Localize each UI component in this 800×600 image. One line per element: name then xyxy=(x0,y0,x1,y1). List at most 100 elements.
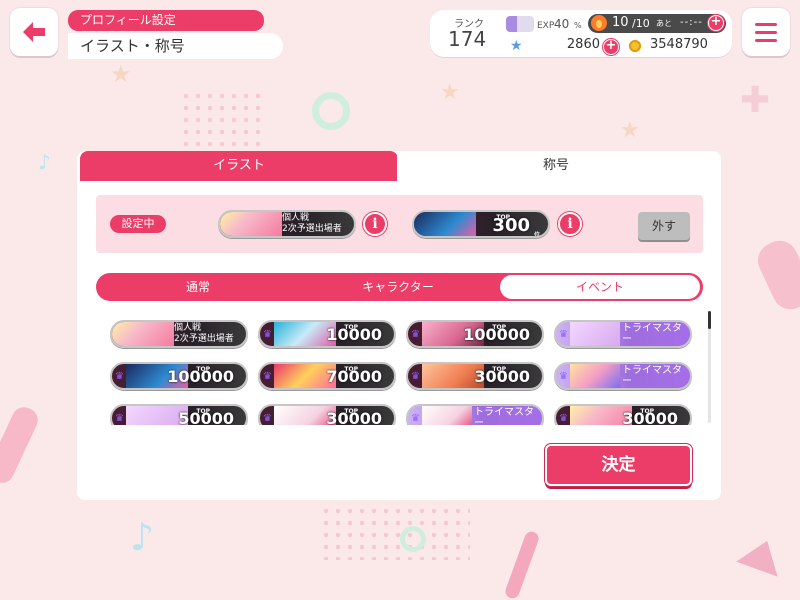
profile-panel: イラスト 称号 設定中 個人戦 2次予選出場者 i ♛ TOP 300 位 i … xyxy=(77,151,721,500)
bg-plus-shape: ✚ xyxy=(740,80,771,121)
crown-icon: ♛ xyxy=(115,371,124,382)
title-badge[interactable]: 個人戦 2次予選出場者 xyxy=(110,320,248,348)
title-artwork xyxy=(112,322,174,346)
stamina-max: /10 xyxy=(632,17,650,30)
rank-number: 30000 xyxy=(326,409,382,425)
bg-note-icon: ♪ xyxy=(38,150,51,174)
back-button[interactable] xyxy=(10,8,58,56)
title-badge[interactable]: ♛ TOP 30000 xyxy=(554,404,692,425)
confirm-button[interactable]: 決定 xyxy=(545,444,692,486)
title-line-1: 個人戦 xyxy=(282,213,310,223)
rank-number: 300 xyxy=(492,215,530,236)
title-line-1: 個人戦 xyxy=(174,323,202,333)
add-stars-button[interactable]: + xyxy=(603,39,619,55)
star-icon: ★ xyxy=(510,38,523,54)
coin-icon xyxy=(629,40,641,52)
crown-icon: ♛ xyxy=(411,371,420,382)
rank-number: 70000 xyxy=(326,367,382,386)
title-badge[interactable]: ♛ トライマスター xyxy=(554,320,692,348)
exp-label: EXP xyxy=(537,21,555,31)
title-badge[interactable]: ♛ TOP 100000 xyxy=(406,320,544,348)
filter-event[interactable]: イベント xyxy=(500,275,700,299)
list-scrollbar[interactable] xyxy=(708,311,711,423)
crown-icon: ♛ xyxy=(411,413,420,424)
tab-title[interactable]: 称号 xyxy=(397,151,715,181)
crown-icon: ♛ xyxy=(559,413,568,424)
rank-number: 30000 xyxy=(622,409,678,425)
bg-dot-pattern xyxy=(320,505,470,560)
stars-value: 2860 xyxy=(566,37,600,52)
bg-note-icon: ♪ xyxy=(130,515,155,559)
stamina-current: 10 xyxy=(612,15,629,30)
bg-ring-shape xyxy=(312,92,350,130)
crown-icon: ♛ xyxy=(115,413,124,424)
flame-icon xyxy=(591,15,607,31)
title-badge[interactable]: ♛ TOP 100000 xyxy=(110,362,248,390)
category-filter: 通常 キャラクター イベント xyxy=(96,273,703,301)
stamina-bar: 10 /10 あと --:-- + xyxy=(588,14,726,33)
rank-number: 30000 xyxy=(474,367,530,386)
tab-illust[interactable]: イラスト xyxy=(80,151,398,181)
bg-stroke-shape xyxy=(503,529,541,600)
section-label: プロフィール設定 xyxy=(68,10,264,31)
menu-button[interactable] xyxy=(742,8,790,56)
stamina-timer: --:-- xyxy=(680,17,703,28)
bg-star-icon: ★ xyxy=(620,118,640,143)
crown-icon: ♛ xyxy=(263,371,272,382)
bg-dot-pattern xyxy=(180,90,260,150)
bg-stroke-shape xyxy=(0,403,42,487)
title-badge[interactable]: ♛ TOP 50000 xyxy=(110,404,248,425)
player-status-panel: ランク 174 EXP 40 % 10 /10 あと --:-- + ★ 286… xyxy=(430,10,732,57)
title-badge[interactable]: ♛ トライマスター xyxy=(406,404,544,425)
current-title-badge-1[interactable]: 個人戦 2次予選出場者 xyxy=(218,210,356,238)
crown-icon: ♛ xyxy=(559,371,568,382)
title-badge[interactable]: ♛ TOP 10000 xyxy=(258,320,396,348)
title-line-2: 2次予選出場者 xyxy=(282,224,342,234)
bg-triangle-shape xyxy=(736,533,788,577)
title-badge[interactable]: ♛ TOP 30000 xyxy=(406,362,544,390)
title-badge[interactable]: ♛ TOP 30000 xyxy=(258,404,396,425)
crown-icon: ♛ xyxy=(559,329,568,340)
arrow-left-icon xyxy=(23,22,45,42)
bg-star-icon: ★ xyxy=(110,60,132,88)
exp-value: 40 xyxy=(554,17,570,31)
remove-button[interactable]: 外す xyxy=(638,212,690,240)
page-title-block: プロフィール設定 イラスト・称号 xyxy=(68,9,283,59)
add-stamina-button[interactable]: + xyxy=(708,15,724,31)
rank-number: 50000 xyxy=(178,409,234,425)
crown-icon: ♛ xyxy=(263,413,272,424)
exp-unit: % xyxy=(574,21,582,30)
title-artwork xyxy=(422,406,472,425)
master-label: トライマスター xyxy=(622,365,682,387)
crown-icon: ♛ xyxy=(263,329,272,340)
page-title: イラスト・称号 xyxy=(68,33,283,59)
master-label: トライマスター xyxy=(474,407,534,425)
bg-stroke-shape xyxy=(752,234,800,316)
rank-suffix: 位 xyxy=(533,232,540,238)
current-setting-box: 設定中 個人戦 2次予選出場者 i ♛ TOP 300 位 i 外す xyxy=(96,195,703,253)
stamina-remaining-label: あと xyxy=(656,19,672,28)
title-badge[interactable]: ♛ トライマスター xyxy=(554,362,692,390)
title-line-2: 2次予選出場者 xyxy=(174,334,234,344)
bg-star-icon: ★ xyxy=(440,80,460,105)
title-artwork xyxy=(220,212,282,236)
info-button-2[interactable]: i xyxy=(558,212,582,236)
coins-value: 3548790 xyxy=(650,37,708,52)
filter-character[interactable]: キャラクター xyxy=(298,275,498,299)
title-artwork xyxy=(570,322,620,346)
title-list: 個人戦 2次予選出場者 ♛ TOP 10000 ♛ TOP 100000 ♛ ト… xyxy=(107,317,697,425)
title-badge[interactable]: ♛ TOP 70000 xyxy=(258,362,396,390)
rank-value: 174 xyxy=(448,27,487,51)
rank-number: 100000 xyxy=(463,325,530,344)
title-artwork xyxy=(570,364,620,388)
rank-number: 10000 xyxy=(326,325,382,344)
rank-number: 100000 xyxy=(167,367,234,386)
exp-progress-bar xyxy=(506,16,534,32)
current-title-badge-2[interactable]: ♛ TOP 300 位 xyxy=(412,210,550,238)
filter-normal[interactable]: 通常 xyxy=(98,275,298,299)
crown-icon: ♛ xyxy=(411,329,420,340)
info-button-1[interactable]: i xyxy=(363,212,387,236)
hamburger-menu-icon xyxy=(755,22,777,26)
current-setting-badge: 設定中 xyxy=(110,215,166,233)
title-artwork xyxy=(414,212,476,236)
